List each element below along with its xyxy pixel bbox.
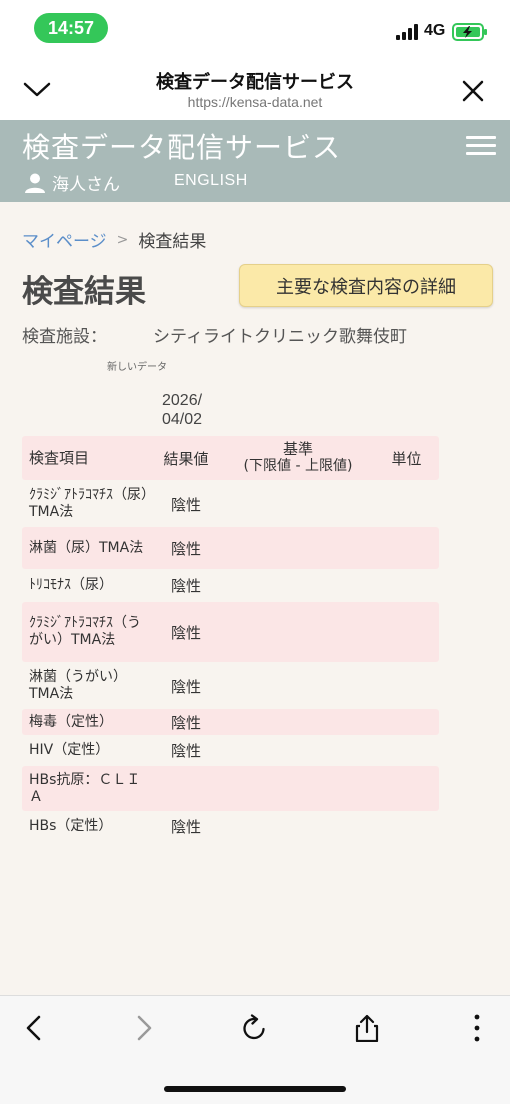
row-standard [222,527,374,569]
result-date-year: 2026/ [162,392,203,409]
status-time: 14:57 [34,13,108,43]
forward-icon[interactable] [128,1014,158,1042]
row-unit [374,738,439,763]
breadcrumb-current: 検査結果 [138,232,207,252]
close-icon[interactable] [460,78,486,104]
row-item: 梅毒（定性） [29,713,113,730]
row-unit [374,602,439,662]
row-item: ｸﾗﾐｼﾞｱﾄﾗｺﾏﾁｽ（尿）TMA法 [29,487,148,520]
browser-page-title: 検査データ配信サービス [156,72,354,93]
row-item: HBs（定性） [29,818,113,834]
hamburger-menu-icon[interactable] [466,136,498,162]
table-row: HIV（定性） 陰性 [22,738,439,763]
facility-label: 検査施設： [22,327,107,347]
test-details-button[interactable]: 主要な検査内容の詳細 [239,264,493,307]
table-row: 梅毒（定性） 陰性 [22,709,439,735]
header-standard-line1: 基準 [282,440,313,458]
browser-top-bar: 検査データ配信サービス https://kensa-data.net [0,58,510,120]
table-row: HBs抗原：ＣＬＩＡ [22,766,439,811]
user-name: 海人さん [52,175,120,195]
breadcrumb-mypage-link[interactable]: マイページ [22,227,107,252]
row-value: 陰性 [170,539,201,558]
row-unit [374,666,439,706]
page-title: 検査結果 [22,274,146,310]
reload-icon[interactable] [240,1014,270,1042]
back-icon[interactable] [20,1014,50,1042]
browser-url[interactable]: https://kensa-data.net [0,94,510,110]
table-row: ﾄﾘｺﾓﾅｽ（尿） 陰性 [22,572,439,598]
header-value: 結果値 [163,449,209,468]
more-icon[interactable] [462,1014,492,1042]
row-value: 陰性 [170,713,201,732]
row-value [150,766,222,811]
network-type: 4G [424,22,446,39]
table-row: HBs（定性） 陰性 [22,814,439,839]
row-unit [374,527,439,569]
row-standard [222,738,374,763]
results-table: 検査項目 結果値 基準 (下限値 - 上限値) 単位 ｸﾗﾐｼﾞｱﾄﾗｺﾏﾁｽ（… [22,436,439,839]
user-menu[interactable]: 海人さん [24,170,120,195]
header-item: 検査項目 [29,448,90,467]
row-item: 淋菌（尿）TMA法 [29,539,144,556]
row-unit [374,814,439,839]
row-standard [222,666,374,706]
signal-bars-icon [396,24,418,40]
row-standard [222,572,374,598]
site-header: 検査データ配信サービス 海人さん ENGLISH [0,120,510,202]
row-standard [222,602,374,662]
user-icon [25,173,45,193]
english-link[interactable]: ENGLISH [174,172,248,190]
home-indicator[interactable] [164,1086,346,1092]
row-standard [222,484,374,524]
row-value: 陰性 [170,742,201,760]
breadcrumb-separator: > [116,231,129,248]
row-item: HIV（定性） [29,742,110,758]
row-item: HBs抗原：ＣＬＩＡ [29,771,141,805]
row-item: ｸﾗﾐｼﾞｱﾄﾗｺﾏﾁｽ（うがい）TMA法 [29,615,141,648]
row-value: 陰性 [170,818,201,836]
row-unit [374,766,439,811]
battery-charging-icon [452,23,487,41]
row-unit [374,484,439,524]
row-standard [222,709,374,735]
table-header-row: 検査項目 結果値 基準 (下限値 - 上限値) 単位 [22,436,439,480]
row-item: ﾄﾘｺﾓﾅｽ（尿） [29,576,113,593]
table-row: ｸﾗﾐｼﾞｱﾄﾗｺﾏﾁｽ（うがい）TMA法 陰性 [22,602,439,662]
row-item: 淋菌（うがい）TMA法 [29,669,127,702]
header-standard: 基準 (下限値 - 上限値) [222,436,374,480]
row-standard [222,766,374,811]
row-standard [222,814,374,839]
header-unit: 単位 [391,449,422,468]
row-value: 陰性 [170,576,201,595]
result-date-monthday: 04/02 [162,411,203,428]
share-icon[interactable] [352,1014,382,1042]
row-unit [374,709,439,735]
table-row: 淋菌（尿）TMA法 陰性 [22,527,439,569]
site-title[interactable]: 検査データ配信サービス [22,126,341,166]
new-data-label: 新しいデータ [107,362,167,373]
row-value: 陰性 [170,677,201,696]
row-unit [374,572,439,598]
row-value: 陰性 [170,495,201,514]
status-bar: 14:57 4G [0,0,510,58]
header-standard-line2: (下限値 - 上限値) [243,458,353,474]
breadcrumb: マイページ > 検査結果 [22,227,207,253]
table-row: ｸﾗﾐｼﾞｱﾄﾗｺﾏﾁｽ（尿）TMA法 陰性 [22,484,439,524]
row-value: 陰性 [170,623,201,642]
facility-name: シティライトクリニック歌舞伎町 [153,327,407,347]
result-date: 2026/ 04/02 [162,391,202,429]
table-row: 淋菌（うがい）TMA法 陰性 [22,666,439,706]
